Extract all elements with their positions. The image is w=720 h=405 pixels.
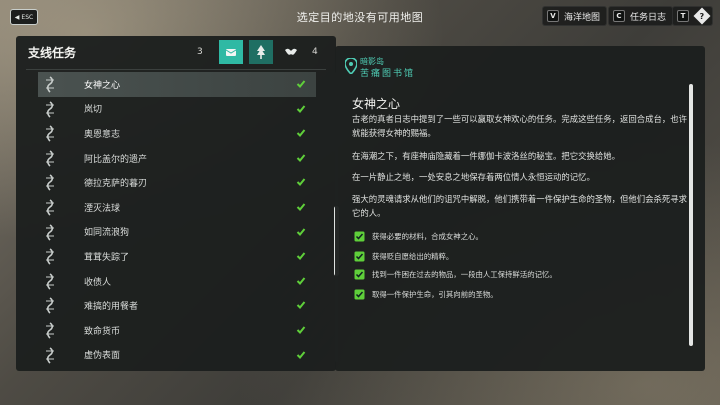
key-v: V xyxy=(547,10,559,22)
quest-item-label: 德拉克萨的暮刃 xyxy=(84,179,148,190)
checkbox-checked-icon xyxy=(354,231,365,241)
help-glyph: ? xyxy=(699,11,705,21)
location-name: 苦痛图书馆 xyxy=(360,69,416,79)
side-quest-panel: 支线任务 3 4 女神之心岚切奥恩意志阿比盖尔的遗产 德拉克萨的暮刃 湮灭法球如同流… xyxy=(16,36,339,371)
completed-check-icon xyxy=(296,177,306,187)
side-quest-header: 支线任务 3 4 xyxy=(16,36,336,66)
quest-item-label: 收债人 xyxy=(84,277,112,288)
objective-3-text: 找到一件困在过去的物品，一段由人工保持鲜活的记忆。 xyxy=(372,269,557,279)
quest-rune-icon xyxy=(42,174,58,191)
quest-list-item[interactable]: 收债人 xyxy=(38,269,316,294)
quest-list-item[interactable]: 奥恩意志 xyxy=(38,121,316,146)
quest-rune-icon xyxy=(42,223,58,241)
side-quest-list: 女神之心岚切奥恩意志阿比盖尔的遗产 德拉克萨的暮刃 湮灭法球如同流浪狗茸茸失踪了收债… xyxy=(38,72,316,367)
quest-item-label: 如同流浪狗 xyxy=(84,228,130,239)
objective-2: 获得贬自愿给出的精粹。 xyxy=(354,250,453,262)
filter-tab-scroll[interactable] xyxy=(219,40,243,64)
completed-check-icon xyxy=(296,251,306,261)
quest-title: 女神之心 xyxy=(352,97,401,111)
quest-item-label: 女神之心 xyxy=(84,80,121,91)
quest-rune-icon xyxy=(42,150,58,167)
quest-list-item[interactable]: 湮灭法球 xyxy=(38,195,316,220)
completed-check-icon xyxy=(296,153,306,163)
quest-item-label: 虚伪表面 xyxy=(84,351,121,362)
quest-description-3: 在一片静止之地，一处安息之地保存着两位情人永恒运动的记忆。 xyxy=(352,172,595,182)
quest-rune-icon xyxy=(42,248,58,265)
scroll-icon xyxy=(225,48,237,56)
filter-tab-tree[interactable] xyxy=(249,40,273,64)
key-t: T xyxy=(677,10,689,22)
quest-item-label: 湮灭法球 xyxy=(84,203,121,214)
checkbox-checked-icon xyxy=(354,269,365,279)
quest-item-label: 阿比盖尔的遗产 xyxy=(84,154,148,165)
objective-4: 取得一件保护生命，引其向前的圣物。 xyxy=(354,288,498,300)
quest-rune-icon xyxy=(42,199,58,216)
quest-item-label: 茸茸失踪了 xyxy=(84,252,130,263)
quest-list-item[interactable]: 德拉克萨的暮刃 xyxy=(38,170,316,195)
quest-list-item[interactable]: 致命货币 xyxy=(38,318,316,343)
quest-list-item[interactable]: 虚伪表面 xyxy=(38,343,316,368)
quest-item-label: 致命货币 xyxy=(84,326,121,337)
quest-list-item[interactable]: 阿比盖尔的遗产 xyxy=(38,146,316,171)
quest-log-button[interactable]: C 任务日志 xyxy=(608,6,674,26)
quest-rune-icon xyxy=(42,322,58,339)
side-quest-title: 支线任务 xyxy=(28,46,77,60)
objective-1-text: 获得必要的材料，合成女神之心。 xyxy=(372,231,483,241)
quest-list-item[interactable]: 茸茸失踪了 xyxy=(38,244,316,269)
quest-list-item[interactable]: 女神之心 xyxy=(38,72,316,97)
tree-icon xyxy=(257,45,265,59)
completed-check-icon xyxy=(296,227,306,237)
completed-check-icon xyxy=(296,276,306,286)
objective-1: 获得必要的材料，合成女神之心。 xyxy=(354,230,483,242)
bird-icon xyxy=(285,48,297,55)
checkbox-checked-icon xyxy=(354,251,365,261)
quest-detail-panel: 暗影岛 苦痛图书馆 女神之心 古老的真者日志中提到了一些可以赢取女神欢心的任务。… xyxy=(335,46,705,371)
quest-description-4: 强大的灵魂请求从他们的诅咒中解脱，他们携带着一件保护生命的圣物，但他们会杀死寻求… xyxy=(352,194,687,218)
objective-2-text: 获得贬自愿给出的精粹。 xyxy=(372,251,454,261)
quest-item-label: 奥恩意志 xyxy=(84,129,121,140)
completed-check-icon xyxy=(296,350,306,360)
help-button[interactable]: T ? xyxy=(672,6,713,26)
checkbox-checked-icon xyxy=(354,289,365,299)
objective-4-text: 取得一件保护生命，引其向前的圣物。 xyxy=(372,289,498,299)
filter-count-left: 3 xyxy=(197,47,203,57)
quest-list-item[interactable]: 难搞的用餐者 xyxy=(38,293,316,318)
quest-rune-icon xyxy=(42,100,58,118)
header-divider xyxy=(26,69,326,70)
location-pin-icon xyxy=(345,58,357,74)
quest-rune-icon xyxy=(42,273,58,290)
detail-scrollbar[interactable] xyxy=(689,84,693,346)
quest-rune-icon xyxy=(42,76,58,93)
ocean-map-button[interactable]: V 海洋地图 xyxy=(542,6,608,26)
completed-check-icon xyxy=(296,300,306,310)
completed-check-icon xyxy=(296,202,306,212)
quest-description-2: 在海潮之下，有座神庙隐藏着一件娜伽卡波洛丝的秘宝。把它交换给她。 xyxy=(352,151,620,161)
quest-list-item[interactable]: 如同流浪狗 xyxy=(38,220,316,245)
filter-tab-bird[interactable] xyxy=(279,40,303,64)
completed-check-icon xyxy=(296,104,306,114)
quest-item-label: 岚切 xyxy=(84,105,103,116)
completed-check-icon xyxy=(296,128,306,138)
quest-rune-icon xyxy=(42,297,58,314)
quest-item-label: 难搞的用餐者 xyxy=(84,302,139,313)
completed-check-icon xyxy=(296,79,306,89)
quest-description-1: 古老的真者日志中提到了一些可以赢取女神欢心的任务。完成这些任务，返回合成台，也许… xyxy=(352,114,687,138)
filter-count-right: 4 xyxy=(312,47,318,57)
quest-rune-icon xyxy=(42,125,58,142)
quest-list-item[interactable]: 岚切 xyxy=(38,97,316,122)
objective-3: 找到一件困在过去的物品，一段由人工保持鲜活的记忆。 xyxy=(354,268,557,280)
ocean-map-label: 海洋地图 xyxy=(564,12,601,23)
completed-check-icon xyxy=(296,325,306,335)
help-diamond-icon: ? xyxy=(693,7,711,25)
quest-rune-icon xyxy=(42,346,58,364)
quest-log-label: 任务日志 xyxy=(630,12,667,23)
key-c: C xyxy=(613,10,625,22)
top-bar: ◀ ESC 选定目的地没有可用地图 V 海洋地图 C 任务日志 T ? xyxy=(0,0,720,34)
